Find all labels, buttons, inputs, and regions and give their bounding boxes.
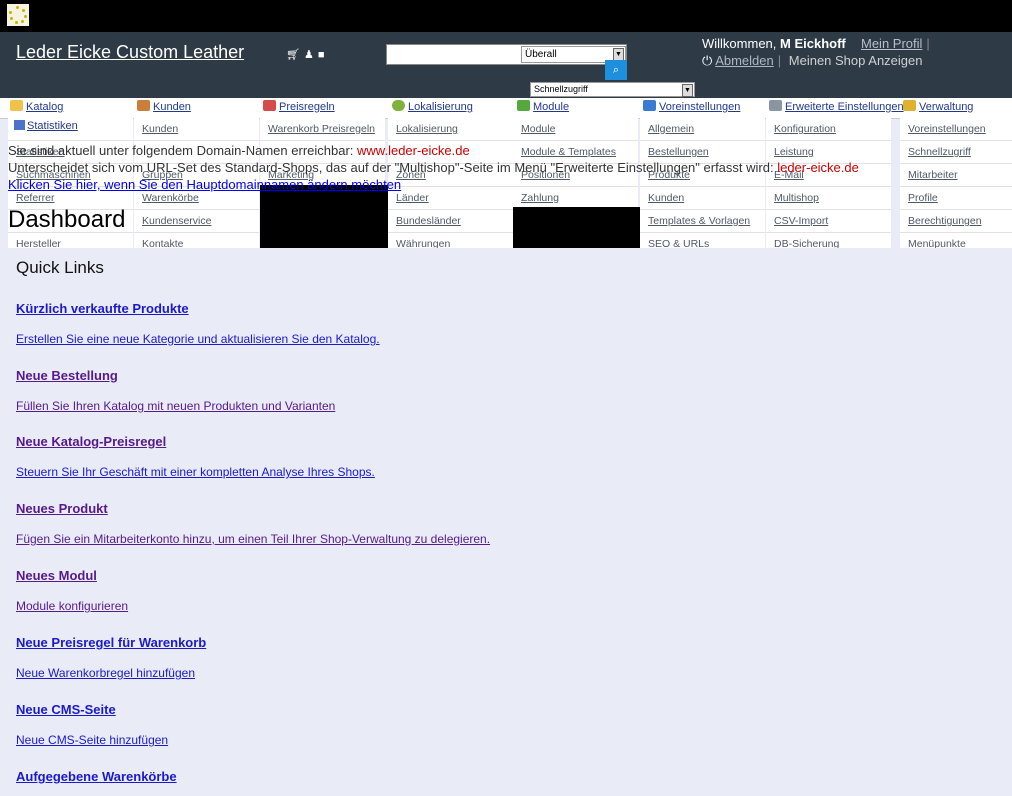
page-title: Dashboard [8, 206, 126, 233]
quick-link-description[interactable]: Füllen Sie Ihren Katalog mit neuen Produ… [16, 399, 335, 413]
user-icon [137, 100, 150, 111]
submenu-item[interactable]: Warenkorb Preisregeln [260, 118, 385, 141]
cart-icon[interactable]: 🛒︎ [286, 49, 304, 61]
user-name: M Eickhoff [780, 36, 846, 51]
current-domain: www.leder-eicke.de [357, 143, 470, 158]
quick-link-new-product[interactable]: Neues Produkt [16, 501, 108, 516]
menu-item-administration[interactable]: Verwaltung [903, 100, 973, 113]
top-bar [0, 0, 1012, 32]
submenu-item[interactable]: Bundesländer [388, 210, 513, 233]
quick-link-recently-sold[interactable]: Kürzlich verkaufte Produkte [16, 301, 189, 316]
submenu-localization: Lokalisierung Zonen Länder Bundesländer … [388, 118, 513, 256]
puzzle-icon [517, 100, 530, 111]
quick-link-new-module[interactable]: Neues Modul [16, 568, 97, 583]
submenu-item[interactable]: Lokalisierung [388, 118, 513, 141]
folder-icon [10, 100, 23, 111]
submenu-item[interactable]: Schnellzugriff [900, 141, 1012, 164]
account-actions: ⏻ Abmelden | Meinen Shop Anzeigen [702, 53, 923, 68]
search-scope-value: Überall [525, 49, 557, 60]
price-tag-icon [263, 100, 276, 111]
submenu-item[interactable]: Mitarbeiter [900, 164, 1012, 187]
submenu-item[interactable]: Kundenservice [134, 210, 259, 233]
submenu-administration: Voreinstellungen Schnellzugriff Mitarbei… [900, 118, 1012, 256]
submenu-preferences: Allgemein Bestellungen Produkte Kunden T… [640, 118, 765, 256]
submenu-item[interactable]: Templates & Vorlagen [640, 210, 765, 233]
render-artifact [513, 207, 640, 248]
submenu-item[interactable]: Multishop [766, 187, 891, 210]
logout-link[interactable]: Abmelden [715, 53, 774, 68]
quick-link-new-cart-rule[interactable]: Neue Preisregel für Warenkorb [16, 635, 206, 650]
power-icon: ⏻ [702, 53, 713, 68]
menu-item-price-rules[interactable]: Preisregeln [263, 100, 335, 113]
quick-link-description[interactable]: Steuern Sie Ihr Geschäft mit einer kompl… [16, 465, 375, 479]
submenu-item[interactable]: CSV-Import [766, 210, 891, 233]
wrench-icon [769, 100, 782, 111]
menu-item-localization[interactable]: Lokalisierung [392, 100, 473, 113]
messages-icon[interactable]: ■ [318, 49, 329, 61]
quick-links-title: Quick Links [16, 258, 104, 277]
quick-link-description[interactable]: Module konfigurieren [16, 599, 128, 613]
quick-link-description[interactable]: Neue CMS-Seite hinzufügen [16, 733, 168, 747]
change-domain-link[interactable]: Klicken Sie hier, wenn Sie den Hauptdoma… [8, 177, 401, 192]
view-shop-link[interactable]: Meinen Shop Anzeigen [789, 53, 923, 68]
statistics-icon [14, 120, 25, 130]
statistics-menu-item[interactable]: Statistiken [14, 120, 78, 132]
submenu-item[interactable]: Profile [900, 187, 1012, 210]
loading-spinner-icon [7, 4, 29, 26]
submenu-item[interactable]: Kunden [640, 187, 765, 210]
quick-link-new-order[interactable]: Neue Bestellung [16, 368, 118, 383]
submenu-item[interactable]: Konfiguration [766, 118, 891, 141]
submenu-advanced-settings: Konfiguration Leistung E-Mail Multishop … [766, 118, 891, 256]
domain-warning-line: Unterscheidet sich vom URL-Set des Stand… [8, 160, 859, 175]
chevron-down-icon: ▼ [682, 84, 693, 97]
default-domain: leder-eicke.de [777, 160, 859, 175]
search-icon: ⌕ [612, 64, 620, 76]
submenu-item[interactable]: Allgemein [640, 118, 765, 141]
submenu-item[interactable]: Module [513, 118, 638, 141]
globe-icon [392, 100, 405, 111]
shop-name-link[interactable]: Leder Eicke Custom Leather [16, 42, 244, 63]
quick-link-new-catalog-price-rule[interactable]: Neue Katalog-Preisregel [16, 434, 166, 449]
submenu-item[interactable]: Kunden [134, 118, 259, 141]
domain-info-line: Sie sind aktuell unter folgendem Domain-… [8, 143, 470, 158]
preferences-icon [643, 100, 656, 111]
quick-access-select[interactable]: Schnellzugriff ▼ [530, 82, 695, 97]
submenu-item[interactable]: Voreinstellungen [900, 118, 1012, 141]
menu-item-preferences[interactable]: Voreinstellungen [643, 100, 740, 113]
customers-icon[interactable]: ♟ [304, 49, 318, 61]
search-button[interactable]: ⌕ [605, 60, 627, 80]
menu-item-advanced-settings[interactable]: Erweiterte Einstellungen [769, 100, 904, 113]
admin-header: Leder Eicke Custom Leather 🛒︎♟■ Überall … [0, 32, 1012, 98]
welcome-line: Willkommen, M Eickhoff Mein Profil | [702, 36, 930, 51]
key-icon [903, 100, 916, 111]
quick-link-new-cms-page[interactable]: Neue CMS-Seite [16, 702, 116, 717]
menu-item-modules[interactable]: Module [517, 100, 569, 113]
quick-link-description[interactable]: Erstellen Sie eine neue Kategorie und ak… [16, 332, 380, 346]
quick-access-value: Schnellzugriff [534, 84, 588, 94]
quick-link-description[interactable]: Neue Warenkorbregel hinzufügen [16, 666, 195, 680]
header-quick-icons: 🛒︎♟■ [286, 48, 329, 61]
quick-link-abandoned-carts[interactable]: Aufgegebene Warenkörbe [16, 769, 177, 784]
menu-item-customers[interactable]: Kunden [137, 100, 191, 113]
quick-links-panel: Quick Links Kürzlich verkaufte Produkte … [0, 248, 1012, 796]
my-profile-link[interactable]: Mein Profil [861, 36, 922, 51]
render-artifact [260, 185, 388, 248]
menu-item-catalog[interactable]: Katalog [10, 100, 63, 113]
submenu-item[interactable]: Länder [388, 187, 513, 210]
main-menu: Katalog Kunden Preisregeln Lokalisierung… [0, 98, 1012, 119]
welcome-text: Willkommen, [702, 36, 781, 51]
submenu-item[interactable]: Berechtigungen [900, 210, 1012, 233]
quick-link-description[interactable]: Fügen Sie ein Mitarbeiterkonto hinzu, um… [16, 532, 490, 546]
